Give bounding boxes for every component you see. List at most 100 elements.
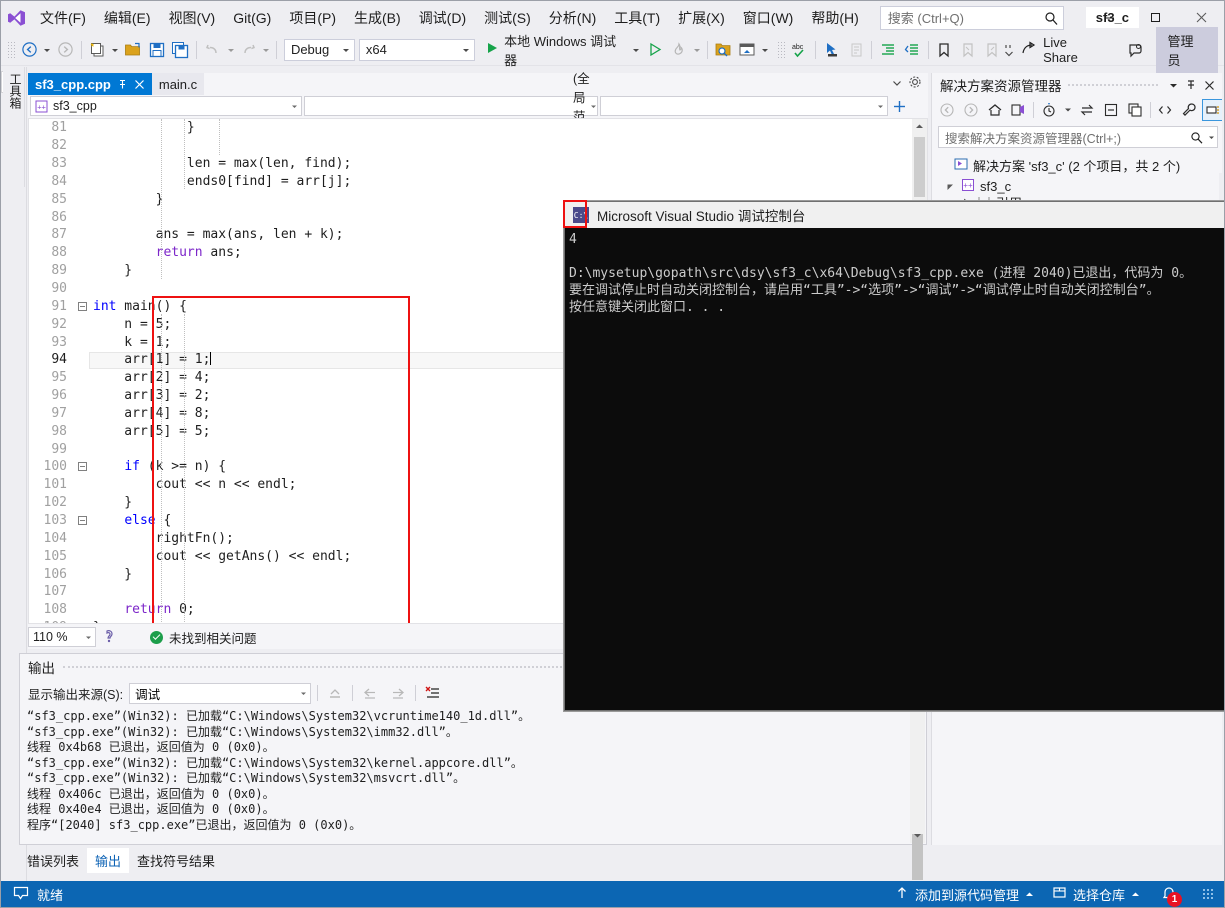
- send-feedback-icon[interactable]: [1124, 38, 1148, 62]
- pin-icon[interactable]: [117, 79, 128, 90]
- tree-item-solution[interactable]: 解决方案 'sf3_c' (2 个项目，共 2 个): [940, 155, 1224, 176]
- gear-icon[interactable]: [908, 75, 922, 94]
- quick-launch-search[interactable]: 搜索 (Ctrl+Q): [879, 5, 1064, 30]
- fold-collapse-icon[interactable]: [75, 462, 89, 472]
- menu-item-file[interactable]: 文件(F): [31, 5, 95, 31]
- chevron-down-icon[interactable]: [632, 42, 640, 57]
- close-icon[interactable]: [134, 79, 145, 90]
- menu-item-git[interactable]: Git(G): [224, 5, 280, 31]
- menu-item-build[interactable]: 生成(B): [345, 5, 410, 31]
- output-vertical-scrollbar[interactable]: [910, 694, 925, 885]
- split-window-icon[interactable]: [890, 100, 908, 113]
- member-scope-combo[interactable]: [600, 96, 888, 116]
- properties-wrench-icon[interactable]: [1178, 99, 1200, 121]
- comment-selection-icon[interactable]: [844, 38, 868, 62]
- live-share-button[interactable]: Live Share: [1015, 35, 1110, 65]
- save-all-icon[interactable]: [169, 38, 193, 62]
- chevron-down-icon[interactable]: [1062, 99, 1074, 121]
- find-in-files-icon[interactable]: [712, 38, 736, 62]
- bottom-tab-find-symbol-results[interactable]: 查找符号结果: [129, 848, 223, 873]
- fold-collapse-icon[interactable]: [75, 301, 89, 311]
- code-line[interactable]: 88 return ans;: [29, 244, 351, 262]
- clear-output-icon[interactable]: [324, 682, 346, 704]
- add-to-source-control-button[interactable]: 添加到源代码管理: [895, 885, 1034, 904]
- solution-configuration-combo[interactable]: Debug: [283, 38, 355, 61]
- solution-explorer-search[interactable]: 搜索解决方案资源管理器(Ctrl+;): [938, 126, 1218, 148]
- refresh-icon[interactable]: [1076, 99, 1098, 121]
- code-scroll-thumb[interactable]: [914, 137, 925, 197]
- close-icon[interactable]: [1200, 76, 1218, 94]
- scroll-down-icon-output[interactable]: [910, 828, 925, 843]
- start-without-debugging-icon[interactable]: [644, 38, 668, 62]
- navigate-forward-icon[interactable]: [53, 38, 77, 62]
- code-line[interactable]: 83 len = max(len, find);: [29, 155, 351, 173]
- window-layout-icon[interactable]: [735, 38, 759, 62]
- chevron-up-icon-2[interactable]: [1131, 887, 1140, 902]
- menu-item-view[interactable]: 视图(V): [160, 5, 225, 31]
- code-line[interactable]: 90: [29, 280, 351, 298]
- collapse-all-icon[interactable]: [1100, 99, 1122, 121]
- sync-with-active-document-icon[interactable]: [1007, 99, 1029, 121]
- document-tab-main-c[interactable]: main.c: [151, 73, 205, 95]
- go-to-next-icon[interactable]: [387, 682, 409, 704]
- menu-item-tools[interactable]: 工具(T): [605, 5, 669, 31]
- document-tab-sf3_cpp-cpp[interactable]: sf3_cpp.cpp: [28, 73, 152, 95]
- menu-item-extensions[interactable]: 扩展(X): [669, 5, 734, 31]
- new-item-dropdown-icon[interactable]: [109, 38, 121, 62]
- menu-item-analyze[interactable]: 分析(N): [540, 5, 605, 31]
- new-item-icon[interactable]: [86, 38, 110, 62]
- view-code-icon[interactable]: [1155, 99, 1177, 121]
- code-line[interactable]: 89 }: [29, 262, 351, 280]
- menu-item-window[interactable]: 窗口(W): [734, 5, 803, 31]
- redo-icon[interactable]: [237, 38, 261, 62]
- debug-console-window[interactable]: C:\ Microsoft Visual Studio 调试控制台 4 D:\m…: [563, 200, 1224, 711]
- toggle-word-wrap-icon[interactable]: [422, 682, 444, 704]
- code-line[interactable]: 87 ans = max(ans, len + k);: [29, 226, 351, 244]
- navigate-back-icon[interactable]: [18, 38, 42, 62]
- window-resize-grip[interactable]: [1202, 888, 1214, 900]
- menu-item-test[interactable]: 测试(S): [475, 5, 540, 31]
- notifications-button[interactable]: 1: [1158, 884, 1182, 907]
- hot-reload-dropdown-icon[interactable]: [691, 38, 703, 62]
- chevron-down-icon[interactable]: [1164, 76, 1182, 94]
- increase-indent-icon[interactable]: [876, 38, 900, 62]
- toolbox-tab[interactable]: 工具箱: [3, 67, 25, 187]
- toolbar-grip-2[interactable]: [775, 39, 785, 60]
- project-scope-combo[interactable]: + + sf3_cpp: [30, 96, 302, 116]
- toolbar-overflow-icon[interactable]: [1003, 38, 1015, 62]
- solution-platform-combo[interactable]: x64: [358, 38, 476, 61]
- hot-reload-icon[interactable]: [667, 38, 691, 62]
- chevron-down-icon[interactable]: [1205, 134, 1217, 141]
- select-repository-button[interactable]: 选择仓库: [1052, 885, 1140, 904]
- start-debugging-button[interactable]: 本地 Windows 调试器: [481, 34, 643, 68]
- scroll-up-icon[interactable]: [912, 119, 927, 134]
- code-line[interactable]: 81 }: [29, 119, 351, 137]
- menu-item-help[interactable]: 帮助(H): [802, 5, 867, 31]
- type-scope-combo[interactable]: (全局范围): [304, 72, 598, 143]
- toolbar-grip[interactable]: [6, 39, 15, 60]
- minimize-button[interactable]: [1086, 1, 1132, 33]
- code-analysis-icon[interactable]: [102, 628, 118, 647]
- go-to-previous-icon[interactable]: [359, 682, 381, 704]
- zoom-level-combo[interactable]: 110 %: [28, 627, 96, 647]
- preview-selected-items-icon[interactable]: [1202, 99, 1224, 121]
- chevron-down-icon[interactable]: [892, 75, 902, 93]
- toggle-bookmark-icon[interactable]: [933, 38, 957, 62]
- code-line[interactable]: 82: [29, 137, 351, 155]
- menu-item-edit[interactable]: 编辑(E): [95, 5, 160, 31]
- fold-collapse-icon[interactable]: [75, 515, 89, 525]
- pending-changes-filter-icon[interactable]: [1038, 99, 1060, 121]
- redo-dropdown-icon[interactable]: [260, 38, 272, 62]
- bottom-tab-error-list[interactable]: 错误列表: [19, 848, 87, 873]
- undo-icon[interactable]: [201, 38, 225, 62]
- tree-item-project[interactable]: + + sf3_c: [940, 176, 1224, 197]
- save-icon[interactable]: [145, 38, 169, 62]
- open-file-icon[interactable]: [121, 38, 145, 62]
- output-source-combo[interactable]: 调试: [129, 682, 312, 704]
- expander-expanded-icon[interactable]: [944, 182, 956, 191]
- decrease-indent-icon[interactable]: [900, 38, 924, 62]
- code-line[interactable]: 86: [29, 208, 351, 226]
- window-layout-dropdown-icon[interactable]: [759, 38, 771, 62]
- spell-check-icon[interactable]: abc: [788, 38, 812, 62]
- pointer-select-icon[interactable]: [820, 38, 844, 62]
